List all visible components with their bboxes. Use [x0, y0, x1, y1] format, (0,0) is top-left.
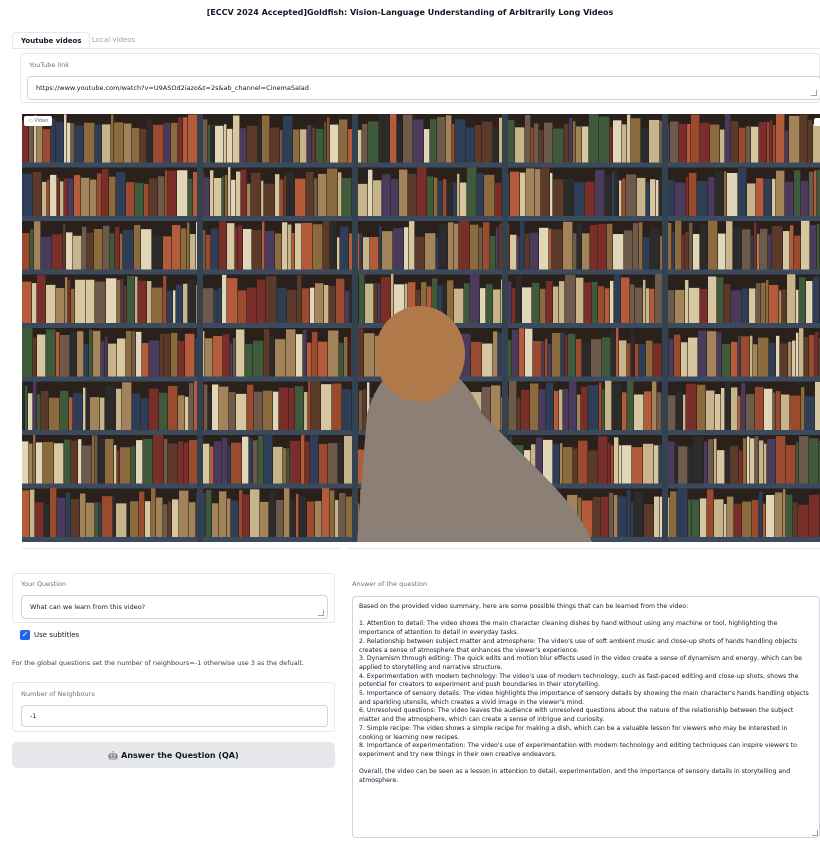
answer-question-button[interactable]: 🤖 Answer the Question (QA) [12, 742, 335, 768]
video-frame [22, 114, 820, 542]
robot-icon: 🤖 [108, 750, 119, 760]
page-title: [ECCV 2024 Accepted]Goldfish: Vision-Lan… [206, 8, 614, 17]
source-tabs: Youtube videos Local videos [12, 32, 820, 49]
youtube-link-panel: YouTube link https://www.youtube.com/wat… [20, 53, 820, 103]
question-label: Your Question [21, 580, 67, 588]
neighbours-note: For the global questions set the number … [12, 659, 305, 667]
video-menu-icon[interactable] [814, 118, 820, 126]
tab-local-videos[interactable]: Local videos [84, 32, 143, 48]
youtube-link-label: YouTube link [29, 61, 69, 69]
neighbours-label: Number of Neighbours [21, 690, 95, 698]
tab-youtube-videos[interactable]: Youtube videos [12, 32, 91, 48]
video-label-text: Video [34, 118, 49, 124]
use-subtitles-label: Use subtitles [34, 631, 80, 639]
divider [348, 548, 820, 553]
neighbours-input[interactable]: -1 [21, 705, 328, 727]
resize-handle-icon[interactable] [318, 610, 324, 616]
resize-handle-icon[interactable] [811, 90, 817, 96]
question-input[interactable]: What can we learn from this video? [21, 595, 328, 619]
neighbours-panel: Number of Neighbours -1 [12, 682, 335, 732]
use-subtitles-checkbox[interactable]: ✓ [20, 630, 30, 640]
resize-handle-icon[interactable] [812, 830, 818, 836]
answer-label: Answer of the question [352, 580, 428, 588]
video-label: ▭ Video [24, 116, 53, 126]
divider [22, 548, 340, 553]
answer-output[interactable]: Based on the provided video summary, her… [352, 596, 820, 838]
question-panel: Your Question What can we learn from thi… [12, 573, 335, 623]
video-player[interactable] [22, 114, 820, 542]
answer-question-label: Answer the Question (QA) [121, 750, 239, 760]
youtube-link-input[interactable]: https://www.youtube.com/watch?v=U9ASOd2i… [27, 76, 820, 100]
